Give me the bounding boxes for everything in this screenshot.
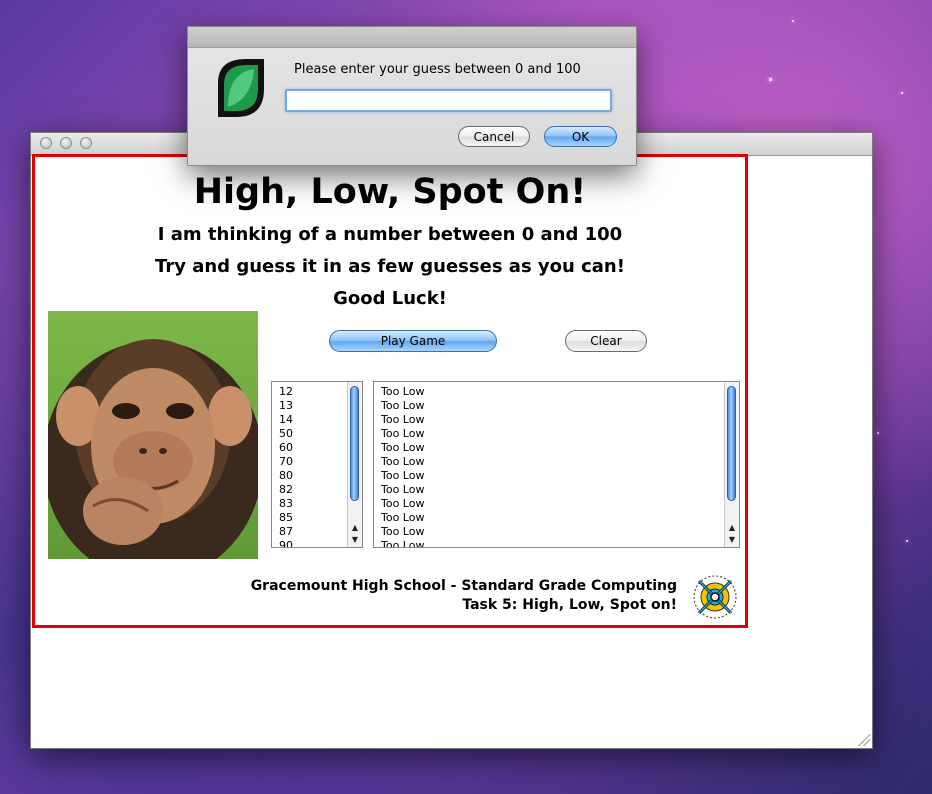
close-window-button[interactable] [40, 137, 52, 149]
zoom-window-button[interactable] [80, 137, 92, 149]
footer-school: Gracemount High School - Standard Grade … [250, 578, 677, 594]
list-item[interactable]: Too Low [381, 385, 424, 399]
scroll-up-arrow-icon[interactable]: ▲ [348, 522, 362, 534]
scroll-down-arrow-icon[interactable]: ▼ [348, 534, 362, 546]
desktop-star [769, 78, 772, 81]
list-item[interactable]: 80 [279, 469, 293, 483]
results-scrollbar[interactable]: ▲ ▼ [724, 382, 739, 547]
list-item[interactable]: 87 [279, 525, 293, 539]
dialog-prompt: Please enter your guess between 0 and 10… [294, 62, 581, 77]
ok-button[interactable]: OK [544, 126, 617, 147]
list-item[interactable]: 82 [279, 483, 293, 497]
desktop-star [792, 20, 794, 22]
desktop-star [877, 432, 879, 434]
guesses-rows: 12 13 14 50 60 70 80 82 83 85 87 90 [279, 385, 293, 547]
list-item[interactable]: 85 [279, 511, 293, 525]
guesses-list[interactable]: 12 13 14 50 60 70 80 82 83 85 87 90 ▲ ▼ [271, 381, 363, 548]
desktop-star [901, 92, 903, 94]
results-list[interactable]: Too Low Too Low Too Low Too Low Too Low … [373, 381, 740, 548]
list-item[interactable]: Too Low [381, 483, 424, 497]
clear-button[interactable]: Clear [565, 330, 647, 352]
list-item[interactable]: Too Low [381, 497, 424, 511]
footer-task: Task 5: High, Low, Spot on! [462, 597, 677, 613]
cancel-button[interactable]: Cancel [458, 126, 530, 147]
list-item[interactable]: Too Low [381, 441, 424, 455]
play-game-button[interactable]: Play Game [329, 330, 497, 352]
list-item[interactable]: Too Low [381, 427, 424, 441]
list-item[interactable]: Too Low [381, 455, 424, 469]
list-item[interactable]: 14 [279, 413, 293, 427]
desktop-star [906, 540, 908, 542]
list-item[interactable]: 13 [279, 399, 293, 413]
resize-grip-icon[interactable] [858, 734, 870, 746]
chimp-image [48, 311, 258, 559]
list-item[interactable]: Too Low [381, 525, 424, 539]
guess-input-dialog: Please enter your guess between 0 and 10… [187, 26, 637, 166]
list-item[interactable]: Too Low [381, 413, 424, 427]
list-item[interactable]: Too Low [381, 399, 424, 413]
guesses-scroll-thumb[interactable] [350, 386, 359, 501]
school-logo-icon [691, 573, 739, 621]
minimize-window-button[interactable] [60, 137, 72, 149]
intro-line-3: Good Luck! [333, 288, 447, 309]
list-item[interactable]: 12 [279, 385, 293, 399]
list-item[interactable]: 70 [279, 455, 293, 469]
intro-line-2: Try and guess it in as few guesses as yo… [155, 256, 625, 277]
results-scroll-thumb[interactable] [727, 386, 736, 501]
applet-frame: High, Low, Spot On! I am thinking of a n… [32, 154, 748, 628]
list-item[interactable]: 60 [279, 441, 293, 455]
scroll-up-arrow-icon[interactable]: ▲ [725, 522, 739, 534]
list-item[interactable]: 90 [279, 539, 293, 547]
scroll-down-arrow-icon[interactable]: ▼ [725, 534, 739, 546]
intro-line-1: I am thinking of a number between 0 and … [157, 224, 623, 245]
dialog-titlebar[interactable] [188, 27, 636, 48]
list-item[interactable]: Too Low [381, 539, 424, 547]
list-item[interactable]: Too Low [381, 511, 424, 525]
list-item[interactable]: Too Low [381, 469, 424, 483]
list-item[interactable]: 83 [279, 497, 293, 511]
guesses-scrollbar[interactable]: ▲ ▼ [347, 382, 362, 547]
game-title: High, Low, Spot On! [193, 172, 587, 212]
leaf-icon [212, 55, 268, 119]
list-item[interactable]: 50 [279, 427, 293, 441]
results-rows: Too Low Too Low Too Low Too Low Too Low … [381, 385, 424, 547]
app-window: High, Low, Spot On! I am thinking of a n… [30, 132, 873, 749]
guess-input[interactable] [285, 89, 612, 112]
